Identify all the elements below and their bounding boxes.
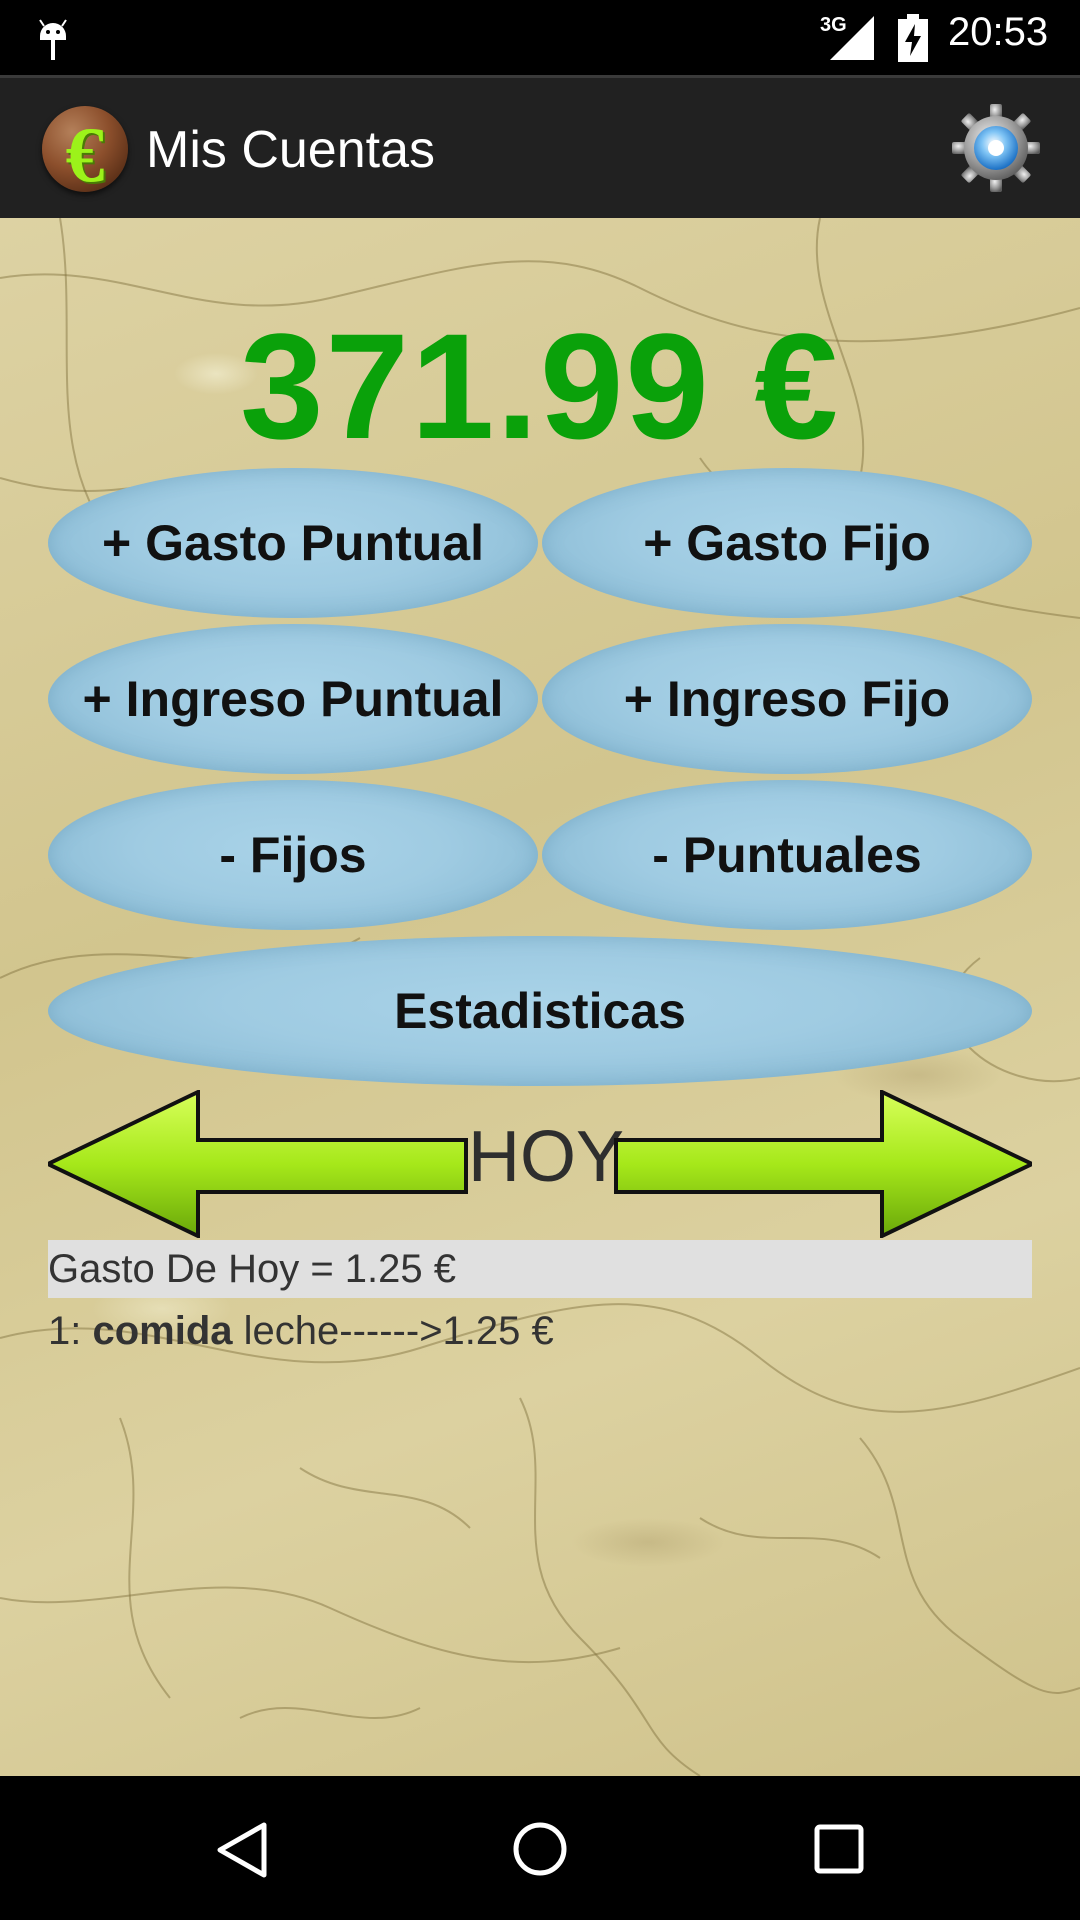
daily-summary: Gasto De Hoy = 1.25 € <box>48 1240 1032 1298</box>
clock: 20:53 <box>948 10 1049 54</box>
app-title: Mis Cuentas <box>146 121 435 179</box>
gear-icon[interactable] <box>950 102 1042 194</box>
estadisticas-button[interactable]: Estadisticas <box>48 936 1032 1086</box>
add-gasto-puntual-button[interactable]: + Gasto Puntual <box>48 468 538 618</box>
right-arrow-icon[interactable] <box>614 1090 1032 1238</box>
home-icon[interactable] <box>512 1821 568 1877</box>
action-bar: € Mis Cuentas <box>0 75 1080 221</box>
status-bar: 3G 20:53 <box>0 0 1080 75</box>
battery-charging-icon <box>898 14 928 62</box>
signal-icon <box>830 16 874 60</box>
balance-amount: 371.99 € <box>240 302 840 470</box>
euro-coin-icon: € <box>42 106 128 198</box>
recents-icon[interactable] <box>814 1824 864 1874</box>
day-label: HOY <box>468 1117 625 1197</box>
remove-fijos-button[interactable]: - Fijos <box>48 780 538 930</box>
entry-category: comida <box>92 1309 233 1353</box>
add-ingreso-puntual-button[interactable]: + Ingreso Puntual <box>48 624 538 774</box>
day-navigator: HOY <box>48 1090 1032 1238</box>
left-arrow-icon[interactable] <box>48 1090 468 1238</box>
list-item[interactable]: 1: comida leche------>1.25 € <box>48 1302 554 1360</box>
android-debug-icon <box>39 19 67 60</box>
system-nav-bar <box>0 1776 1080 1920</box>
add-gasto-fijo-button[interactable]: + Gasto Fijo <box>542 468 1032 618</box>
add-ingreso-fijo-button[interactable]: + Ingreso Fijo <box>542 624 1032 774</box>
remove-puntuales-button[interactable]: - Puntuales <box>542 780 1032 930</box>
back-icon[interactable] <box>214 1821 268 1879</box>
main-content: 371.99 € + Gasto Puntual + Gasto Fijo + … <box>0 218 1080 1776</box>
entry-index: 1: <box>48 1309 93 1353</box>
entry-detail: leche------>1.25 € <box>232 1309 554 1353</box>
